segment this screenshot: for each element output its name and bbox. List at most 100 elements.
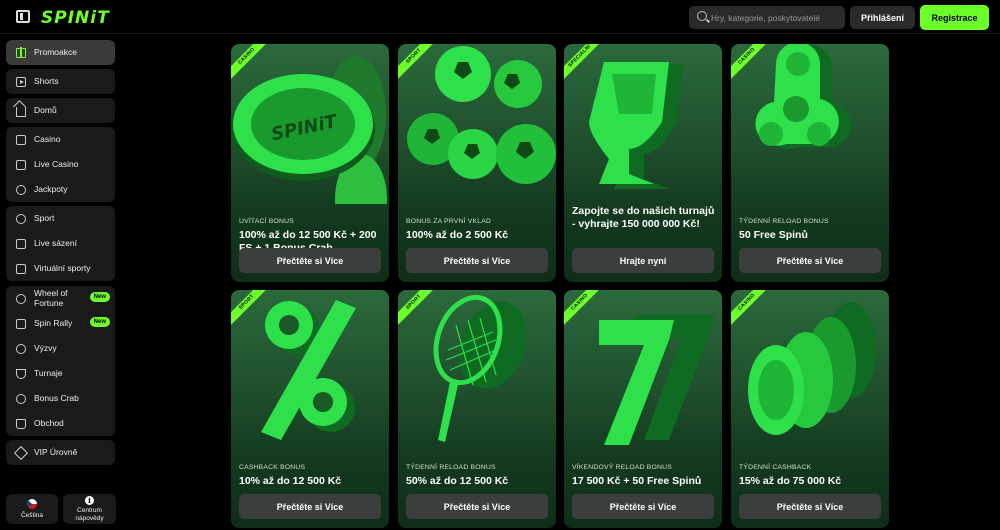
login-button[interactable]: Přihlášení [850,6,915,29]
casino-chips-image: SPINiT [231,56,387,204]
promo-card[interactable]: SPINiT CASINO UVÍTACÍ BONUS 100% až do 1… [231,44,389,282]
sidebar-item-label: Live Casino [34,158,79,169]
sidebar-item-label: Virtuální sporty [34,262,91,273]
sidebar-item-promo[interactable]: Promoakce [6,40,115,65]
language-label: Čeština [20,511,44,519]
sidebar-item-vip[interactable]: VIP Úrovně [6,440,115,465]
promo-category: UVÍTACÍ BONUS [239,218,294,225]
promo-category: CASHBACK BONUS [239,464,306,471]
new-badge: New [89,317,110,327]
percent-sign-image [261,300,356,440]
sidebar-item-tournaments[interactable]: Turnaje [6,361,115,386]
shopping-bag-icon [16,418,26,429]
sidebar-item-label: Sport [34,212,55,223]
read-more-button[interactable]: Přečtěte si Více [406,248,548,273]
help-center-label: Centrum nápovědy [75,507,104,522]
promo-card[interactable]: CASINO VÍKENDOVÝ RELOAD BONUS 17 500 Kč … [564,290,722,528]
sidebar-item-wheel-of-fortune[interactable]: Wheel of Fortune New [6,286,115,311]
fidget-spinner-image [755,44,851,149]
promo-category: TÝDENNÍ RELOAD BONUS [739,218,829,225]
sidebar-item-spin-rally[interactable]: Spin Rally New [6,311,115,336]
sidebar-item-label: Promoakce [34,46,77,57]
home-icon [16,107,26,117]
sidebar-item-label: Turnaje [34,367,63,378]
coins-image [748,302,876,435]
wheel-icon [16,293,26,304]
sidebar-toggle-icon[interactable] [16,10,30,23]
promo-category: BONUS ZA PRVNÍ VKLAD [406,218,492,225]
search-input[interactable] [711,6,841,29]
sidebar-item-sport[interactable]: Sport [6,206,115,231]
sidebar-item-virtual-sports[interactable]: Virtuální sporty [6,256,115,281]
promo-category: VÍKENDOVÝ RELOAD BONUS [572,464,672,471]
info-icon: i [85,496,94,506]
sidebar-item-challenges[interactable]: Výzvy [6,336,115,361]
read-more-button[interactable]: Přečtěte si Více [406,494,548,519]
promo-card[interactable]: CASINO TÝDENNÍ CASHBACK 15% až do 75 000… [731,290,889,528]
promo-title: 15% až do 75 000 Kč [739,475,842,487]
read-more-button[interactable]: Přečtěte si Více [239,248,381,273]
cards-icon [16,159,26,170]
read-more-button[interactable]: Přečtěte si Více [739,494,881,519]
promo-card[interactable]: SPORT BONUS ZA PRVNÍ VKLAD 100% až do 2 … [398,44,556,282]
sidebar-item-label: Obchod [34,417,64,428]
chip-icon [16,184,26,195]
sidebar-item-label: Jackpoty [34,183,68,194]
promo-card[interactable]: SPORT TÝDENNÍ RELOAD BONUS 50% až do 12 … [398,290,556,528]
sidebar-item-label: Casino [34,133,61,144]
ball-icon [16,213,26,224]
trophy-icon [16,368,26,379]
sidebar-item-label: Bonus Crab [34,392,79,403]
sidebar-group-sport: Sport Live sázení Virtuální sporty [6,206,115,281]
sidebar-group-features: Wheel of Fortune New Spin Rally New Výzv… [6,286,115,436]
slot-machine-icon [16,134,26,145]
read-more-button[interactable]: Přečtěte si Více [572,494,714,519]
promo-title: 50% až do 12 500 Kč [406,475,509,487]
promo-category: TÝDENNÍ CASHBACK [739,464,812,471]
sidebar-item-casino[interactable]: Casino [6,127,115,152]
top-header: SPINiT Přihlášení Registrace [0,0,1000,34]
sidebar-item-label: Live sázení [34,237,77,248]
footballs-image [407,46,556,184]
tennis-rackets-image [433,294,527,442]
sidebar-item-home[interactable]: Domů [6,98,115,123]
rally-icon [16,318,26,329]
promo-card[interactable]: SPORT CASHBACK BONUS 10% až do 12 500 Kč… [231,290,389,528]
read-more-button[interactable]: Přečtěte si Více [739,248,881,273]
sidebar-item-label: Výzvy [34,342,57,353]
help-center-button[interactable]: i Centrum nápovědy [63,494,116,524]
sidebar-item-bonus-crab[interactable]: Bonus Crab [6,386,115,411]
sidebar: Promoakce Shorts Domů Casino Live Casino… [0,34,122,530]
play-now-button[interactable]: Hrajte nyní [572,248,714,273]
search-icon [697,11,707,21]
lucky-sevens-image [599,315,714,445]
diamond-icon [13,445,29,460]
sidebar-item-live-betting[interactable]: Live sázení [6,231,115,256]
search-box[interactable] [689,6,845,29]
trophy-image [589,62,684,189]
play-icon [16,76,26,87]
gift-icon [16,46,26,58]
sidebar-item-shorts[interactable]: Shorts [6,69,115,94]
sidebar-item-live-casino[interactable]: Live Casino [6,152,115,177]
sidebar-item-shop[interactable]: Obchod [6,411,115,436]
promo-title: Zapojte se do našich turnajů - vyhrajte … [572,205,715,230]
promo-category: TÝDENNÍ RELOAD BONUS [406,464,496,471]
promo-card[interactable]: SPECIÁLNÍ Zapojte se do našich turnajů -… [564,44,722,282]
monitor-icon [16,263,26,274]
language-button[interactable]: Čeština [6,494,58,524]
promo-card[interactable]: CASINO TÝDENNÍ RELOAD BONUS 50 Free Spin… [731,44,889,282]
sidebar-group-casino: Casino Live Casino Jackpoty [6,127,115,202]
logo[interactable]: SPINiT [41,8,110,28]
promo-title: 17 500 Kč + 50 Free Spinů [572,475,702,487]
sidebar-item-jackpots[interactable]: Jackpoty [6,177,115,202]
target-icon [16,343,26,354]
promo-title: 100% až do 2 500 Kč [406,229,509,241]
sidebar-item-label: Domů [34,104,57,115]
sidebar-item-label: Shorts [34,75,59,86]
crab-icon [16,393,26,404]
register-button[interactable]: Registrace [920,5,989,30]
sidebar-item-label: VIP Úrovně [34,446,78,457]
read-more-button[interactable]: Přečtěte si Více [239,494,381,519]
live-icon [16,238,26,249]
